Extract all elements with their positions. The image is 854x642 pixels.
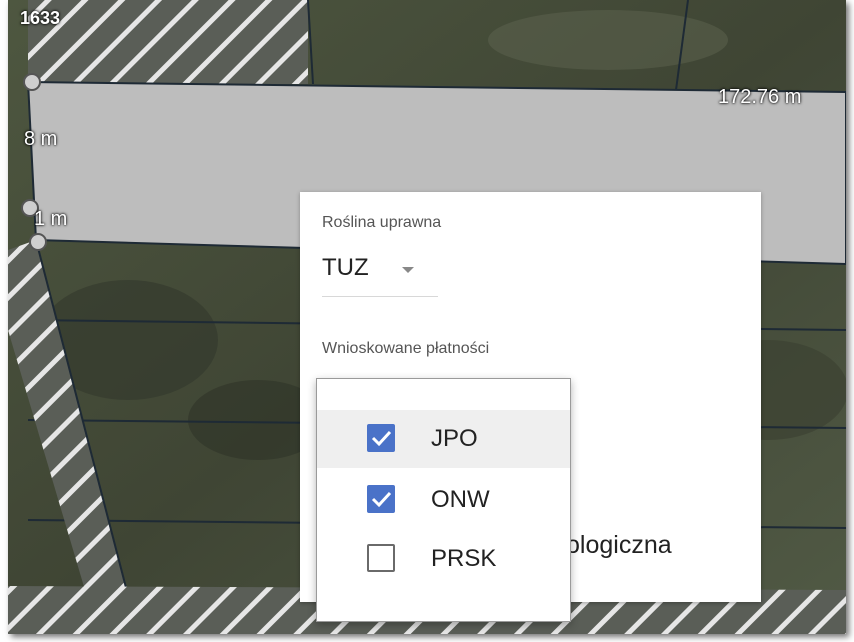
crop-select[interactable]: TUZ bbox=[322, 252, 438, 297]
partially-hidden-text: ologiczna bbox=[566, 531, 672, 559]
checkmark-icon bbox=[371, 430, 392, 447]
measurement-label-left-1: 8 m bbox=[24, 128, 58, 150]
measurement-label-top: 172.76 m bbox=[718, 86, 802, 108]
checkbox-checked[interactable] bbox=[367, 485, 395, 513]
option-label: JPO bbox=[431, 425, 478, 452]
checkbox-checked[interactable] bbox=[367, 424, 395, 452]
payments-field-label: Wnioskowane płatności bbox=[322, 340, 490, 357]
option-label: ONW bbox=[431, 486, 490, 513]
dropdown-option-prsk[interactable]: PRSK bbox=[317, 530, 570, 588]
option-label: PRSK bbox=[431, 545, 497, 572]
chevron-down-icon bbox=[402, 267, 414, 273]
measurement-label-left-2: 1 m bbox=[34, 208, 68, 230]
dropdown-option-jpo[interactable]: JPO bbox=[317, 410, 570, 468]
dropdown-option-onw[interactable]: ONW bbox=[317, 471, 570, 529]
checkmark-icon bbox=[371, 491, 392, 508]
payments-dropdown: JPO ONW PRSK bbox=[316, 378, 571, 622]
parcel-number-label: 1633 bbox=[20, 8, 61, 28]
checkbox-unchecked[interactable] bbox=[367, 544, 395, 572]
crop-select-value: TUZ bbox=[322, 254, 369, 281]
crop-field-label: Roślina uprawna bbox=[322, 214, 442, 231]
